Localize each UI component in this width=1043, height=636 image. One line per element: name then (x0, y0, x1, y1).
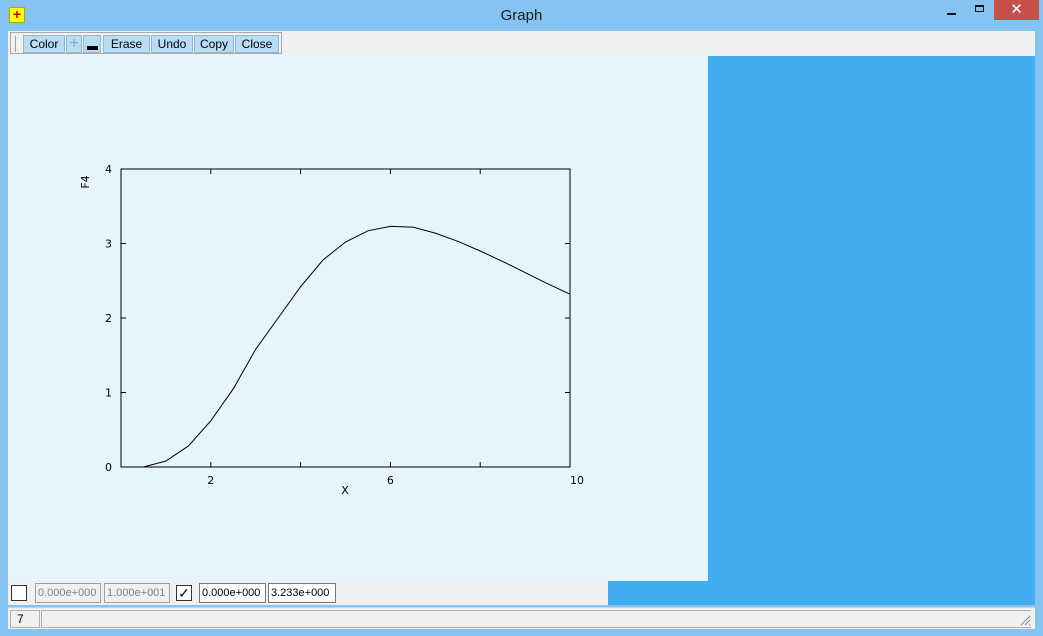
y-tick-label: 0 (105, 461, 112, 474)
y-tick-label: 4 (105, 163, 112, 176)
x-auto-checkbox[interactable] (11, 585, 27, 601)
graph-window: + Graph ✕ Color + Erase Undo Copy Close … (0, 0, 1043, 636)
y-tick-label: 3 (105, 238, 112, 251)
color-button[interactable]: Color (23, 35, 65, 53)
plot-frame (120, 168, 571, 468)
x-axis-label: X (341, 484, 349, 497)
side-pane-bottom (608, 581, 1035, 605)
x-tick-label: 10 (570, 474, 584, 487)
range-bar: 0.000e+000 1.000e+001 ✓ 0.000e+000 3.233… (8, 581, 608, 605)
maximize-icon (975, 5, 984, 12)
status-bar: 7 (8, 607, 1035, 629)
side-pane (708, 56, 1035, 581)
status-value: 7 (10, 610, 40, 628)
window-title: Graph (500, 7, 543, 24)
toolbar: Color + Erase Undo Copy Close (10, 32, 282, 54)
plus-icon[interactable]: + (66, 35, 82, 53)
minimize-button[interactable] (938, 0, 965, 20)
y-min-field[interactable]: 0.000e+000 (199, 583, 266, 603)
x-max-field[interactable]: 1.000e+001 (104, 583, 170, 603)
maximize-button[interactable] (966, 0, 993, 20)
undo-button[interactable]: Undo (151, 35, 193, 53)
y-axis-label: F4 (79, 175, 92, 188)
x-tick-label: 6 (387, 474, 394, 487)
graph-canvas[interactable]: 2 6 10 0 1 2 3 4 F4 X (8, 56, 708, 581)
data-series-line (143, 225, 571, 468)
x-min-field[interactable]: 0.000e+000 (35, 583, 101, 603)
line-width-button[interactable] (83, 35, 101, 53)
y-tick-label: 1 (105, 387, 112, 400)
resize-grip-icon[interactable] (1019, 614, 1031, 626)
toolbar-grip[interactable] (15, 36, 20, 52)
line-width-icon (87, 46, 98, 50)
copy-button[interactable]: Copy (194, 35, 234, 53)
y-auto-checkbox[interactable]: ✓ (176, 585, 192, 601)
x-tick-label: 2 (207, 474, 214, 487)
y-max-field[interactable]: 3.233e+000 (268, 583, 336, 603)
close-button[interactable]: Close (235, 35, 279, 53)
close-icon: ✕ (1010, 1, 1023, 18)
status-message (41, 610, 1031, 628)
title-bar[interactable]: + Graph ✕ (0, 0, 1043, 31)
y-tick-label: 2 (105, 312, 112, 325)
line-chart: 2 6 10 0 1 2 3 4 F4 X (79, 163, 584, 497)
erase-button[interactable]: Erase (103, 35, 150, 53)
close-window-button[interactable]: ✕ (994, 0, 1039, 20)
minimize-icon (947, 13, 956, 15)
